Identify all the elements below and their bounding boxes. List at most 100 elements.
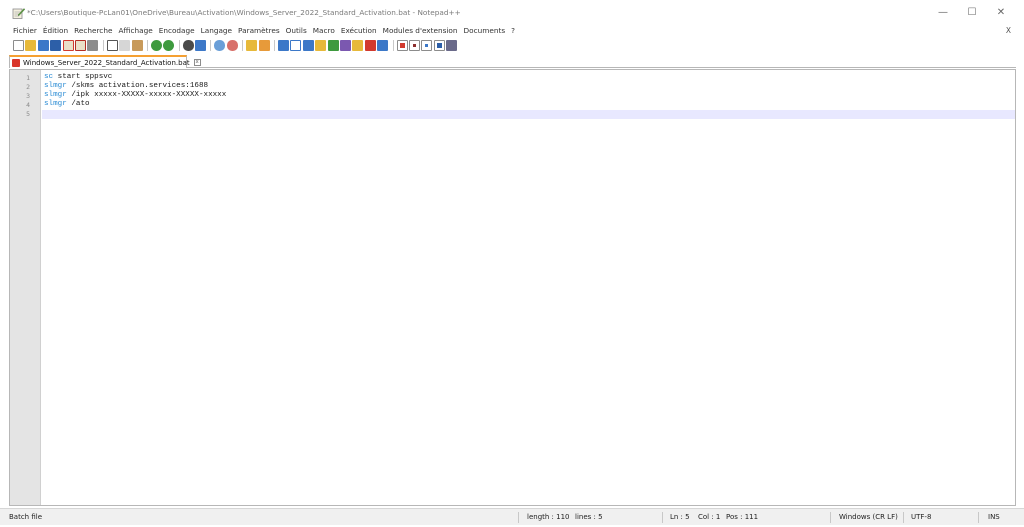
tab-close-icon[interactable]: x [193, 59, 201, 66]
status-bar: Batch file length : 110 lines : 5 Ln : 5… [0, 508, 1024, 525]
open-file-icon[interactable] [25, 39, 37, 51]
line-number: 5 [26, 110, 30, 118]
menu-search[interactable]: Recherche [74, 24, 112, 37]
save-all-icon[interactable] [50, 39, 62, 51]
doc-list-icon[interactable] [364, 39, 376, 51]
stop-macro-icon[interactable] [408, 39, 420, 51]
tab-label: Windows_Server_2022_Standard_Activation.… [23, 58, 190, 67]
function-list-icon[interactable] [339, 39, 351, 51]
minimize-button[interactable]: — [929, 4, 957, 20]
folder-workspace-icon[interactable] [352, 39, 364, 51]
status-lines: lines : 5 [575, 513, 603, 521]
print-icon[interactable] [87, 39, 99, 51]
toolbar-separator [102, 39, 104, 51]
status-insert-mode[interactable]: INS [988, 509, 1000, 526]
close-icon[interactable] [62, 39, 74, 51]
menu-run[interactable]: Exécution [341, 24, 377, 37]
status-length: length : 110 [527, 513, 570, 521]
code-text: start sppsvc [53, 73, 113, 81]
monitoring-icon[interactable] [377, 39, 389, 51]
line-number-gutter: 1 2 3 4 5 [10, 70, 41, 505]
toolbar-separator [274, 39, 276, 51]
code-line[interactable]: sc start sppsvc [44, 73, 112, 81]
code-keyword: slmgr [44, 82, 67, 90]
close-window-button[interactable]: ✕ [987, 4, 1015, 20]
save-icon[interactable] [37, 39, 49, 51]
toolbar-separator [392, 39, 394, 51]
play-multiple-icon[interactable] [433, 39, 445, 51]
notepad-plus-plus-icon [12, 8, 25, 19]
menu-edit[interactable]: Édition [43, 24, 68, 37]
code-line[interactable]: slmgr /ipk xxxxx-XXXXX-xxxxx-XXXXX-xxxxx [44, 91, 226, 99]
code-keyword: sc [44, 73, 54, 81]
line-number: 1 [26, 74, 30, 82]
toolbar-separator [242, 39, 244, 51]
status-divider [518, 512, 519, 523]
menu-macro[interactable]: Macro [313, 24, 335, 37]
toolbar [0, 37, 1024, 53]
copy-icon[interactable] [119, 39, 131, 51]
tab-windows-server-activation[interactable]: Windows_Server_2022_Standard_Activation.… [9, 55, 201, 68]
title-bar: *C:\Users\Boutique-PcLan01\OneDrive\Bure… [0, 0, 1024, 24]
menu-bar: Fichier Édition Recherche Affichage Enco… [0, 24, 1024, 37]
find-icon[interactable] [182, 39, 194, 51]
close-all-icon[interactable] [74, 39, 86, 51]
menu-help[interactable]: ? [511, 24, 515, 37]
code-keyword: slmgr [44, 91, 67, 99]
menu-file[interactable]: Fichier [13, 24, 37, 37]
sync-vertical-icon[interactable] [246, 39, 258, 51]
save-macro-icon[interactable] [446, 39, 458, 51]
editor-area[interactable]: 1 2 3 4 5 sc start sppsvc slmgr /skms ac… [9, 69, 1016, 506]
show-all-chars-icon[interactable] [290, 39, 302, 51]
status-line-number: Ln : 5 [670, 513, 690, 521]
status-divider [978, 512, 979, 523]
code-text: /ato [66, 100, 90, 108]
toolbar-separator [146, 39, 148, 51]
status-divider [830, 512, 831, 523]
modified-file-icon [12, 58, 20, 67]
toolbar-separator [178, 39, 180, 51]
indent-guide-icon[interactable] [302, 39, 314, 51]
paste-icon[interactable] [131, 39, 143, 51]
tab-strip: Windows_Server_2022_Standard_Activation.… [9, 55, 1016, 68]
code-text: /ipk xxxxx-XXXXX-xxxxx-XXXXX-xxxxx [66, 91, 227, 99]
replace-icon[interactable] [195, 39, 207, 51]
menu-view[interactable]: Affichage [118, 24, 152, 37]
redo-icon[interactable] [163, 39, 175, 51]
doc-map-icon[interactable] [327, 39, 339, 51]
code-line[interactable]: slmgr /ato [44, 100, 90, 108]
menu-tools[interactable]: Outils [286, 24, 307, 37]
menu-plugins[interactable]: Modules d'extension [383, 24, 458, 37]
code-keyword: slmgr [44, 100, 67, 108]
status-eol[interactable]: Windows (CR LF) [839, 509, 898, 526]
zoom-out-icon[interactable] [226, 39, 238, 51]
code-line[interactable]: slmgr /skms activation.services:1688 [44, 82, 208, 90]
word-wrap-icon[interactable] [278, 39, 290, 51]
menu-documents[interactable]: Documents [464, 24, 506, 37]
play-macro-icon[interactable] [421, 39, 433, 51]
current-line-highlight [42, 110, 1015, 119]
status-divider [903, 512, 904, 523]
menu-encoding[interactable]: Encodage [159, 24, 195, 37]
undo-icon[interactable] [150, 39, 162, 51]
status-divider [662, 512, 663, 523]
new-file-icon[interactable] [13, 39, 24, 51]
sync-horizontal-icon[interactable] [258, 39, 270, 51]
zoom-in-icon[interactable] [214, 39, 226, 51]
close-document-button[interactable]: X [1006, 24, 1011, 37]
menu-language[interactable]: Langage [201, 24, 232, 37]
status-encoding[interactable]: UTF-8 [911, 509, 931, 526]
line-number: 4 [26, 101, 30, 109]
status-file-type: Batch file [9, 513, 43, 521]
line-number: 3 [26, 92, 30, 100]
toolbar-separator [210, 39, 212, 51]
window-title: *C:\Users\Boutique-PcLan01\OneDrive\Bure… [27, 8, 461, 17]
cut-icon[interactable] [106, 39, 118, 51]
status-column: Col : 1 [698, 513, 721, 521]
record-macro-icon[interactable] [396, 39, 408, 51]
line-number: 2 [26, 83, 30, 91]
status-position: Pos : 111 [726, 513, 759, 521]
lang-define-icon[interactable] [315, 39, 327, 51]
maximize-button[interactable]: ☐ [958, 4, 986, 20]
menu-settings[interactable]: Paramètres [238, 24, 280, 37]
